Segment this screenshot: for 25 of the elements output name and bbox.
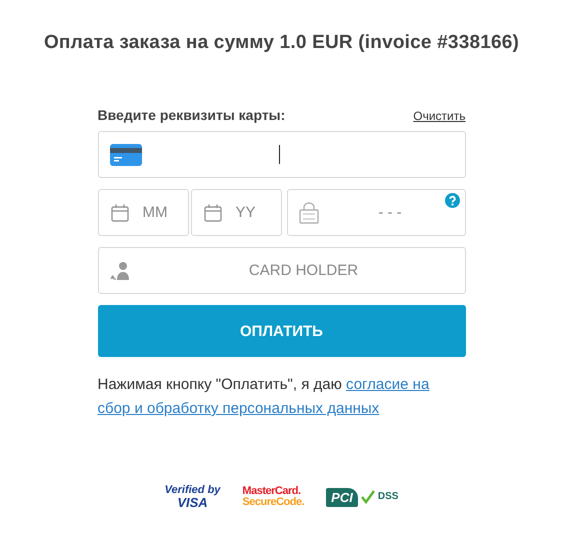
- cvv-field[interactable]: - - -: [286, 189, 466, 236]
- consent-link[interactable]: сбор и обработку персональных данных: [98, 400, 380, 417]
- logo-text: SecureCode.: [242, 497, 304, 508]
- expiry-month-field[interactable]: MM: [98, 189, 188, 236]
- consent-link[interactable]: согласие на: [346, 376, 430, 393]
- card-number-field[interactable]: [98, 131, 466, 178]
- calendar-icon: [202, 202, 222, 222]
- logo-text: MasterCard.: [242, 486, 300, 497]
- pay-button[interactable]: ОПЛАТИТЬ: [98, 305, 466, 357]
- clear-link[interactable]: Очистить: [413, 109, 466, 123]
- form-label: Введите реквизиты карты:: [98, 107, 286, 123]
- check-icon: [360, 490, 375, 504]
- expiry-year-field[interactable]: YY: [190, 189, 282, 236]
- help-icon[interactable]: [444, 193, 460, 208]
- logo-text: VISA: [177, 496, 208, 509]
- logo-text: Verified by: [164, 485, 220, 496]
- pci-logo-badge: PCI: [326, 488, 358, 506]
- credit-card-icon: [110, 144, 142, 166]
- page-title: Оплата заказа на сумму 1.0 EUR (invoice #338166): [44, 32, 520, 54]
- consent-text: Нажимая кнопку "Оплатить", я даю согласие на сбор и обработку персональных данных: [98, 375, 430, 419]
- logo-text: DSS: [378, 492, 398, 502]
- person-icon: [110, 260, 132, 282]
- calendar-icon: [110, 202, 130, 222]
- lock-icon: [298, 202, 318, 224]
- card-holder-field[interactable]: CARD HOLDER: [98, 247, 466, 294]
